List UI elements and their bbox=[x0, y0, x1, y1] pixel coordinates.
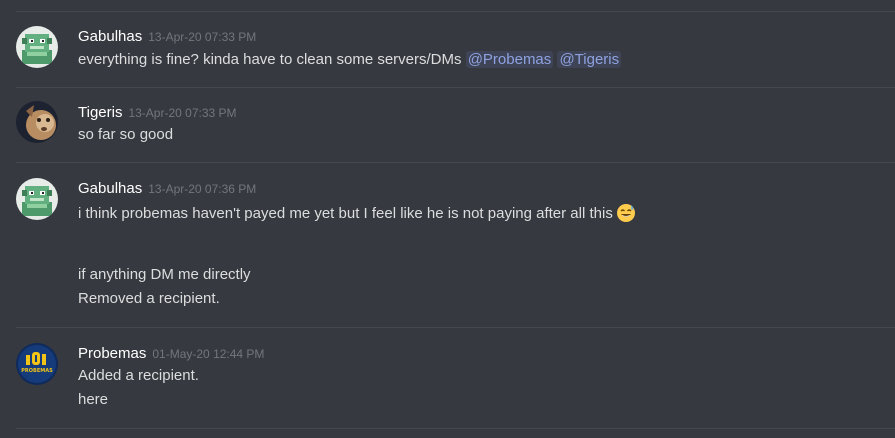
pixel-dragon-avatar-icon bbox=[16, 26, 58, 68]
username[interactable]: Gabulhas bbox=[78, 28, 142, 45]
message-text: Added a recipient. bbox=[78, 367, 199, 384]
avatar-logo-text: PROBEMAS bbox=[21, 368, 53, 374]
message-header: Gabulhas 13-Apr-20 07:33 PM bbox=[78, 28, 256, 46]
message-text: Removed a recipient. bbox=[78, 290, 220, 307]
message-divider bbox=[16, 327, 895, 328]
probemas-logo-avatar-icon: PROBEMAS bbox=[16, 343, 58, 385]
timestamp: 13-Apr-20 07:36 PM bbox=[148, 182, 257, 196]
mention[interactable]: @Probemas bbox=[465, 51, 554, 68]
message-content: everything is fine? kinda have to clean … bbox=[78, 50, 622, 70]
message-header: Gabulhas 13-Apr-20 07:36 PM bbox=[78, 180, 256, 198]
message-divider bbox=[16, 428, 895, 429]
message-header: Probemas 01-May-20 12:44 PM bbox=[78, 345, 264, 363]
cat-photo-avatar-icon bbox=[16, 101, 58, 143]
avatar[interactable]: PROBEMAS bbox=[16, 343, 58, 385]
message-text: everything is fine? kinda have to clean … bbox=[78, 51, 462, 68]
pixel-dragon-avatar-icon bbox=[16, 178, 58, 220]
message-text: so far so good bbox=[78, 126, 174, 143]
message-header: Tigeris 13-Apr-20 07:33 PM bbox=[78, 104, 237, 122]
avatar[interactable] bbox=[16, 101, 58, 143]
timestamp: 01-May-20 12:44 PM bbox=[152, 347, 265, 361]
message-divider bbox=[16, 11, 895, 12]
message-divider bbox=[16, 162, 895, 163]
timestamp: 13-Apr-20 07:33 PM bbox=[128, 106, 237, 120]
username[interactable]: Tigeris bbox=[78, 104, 122, 121]
message-text: here bbox=[78, 391, 109, 408]
mention[interactable]: @Tigeris bbox=[557, 51, 622, 68]
message-text: if anything DM me directly bbox=[78, 266, 251, 283]
username[interactable]: Probemas bbox=[78, 345, 146, 362]
chat-log: Gabulhas 13-Apr-20 07:33 PM everything is… bbox=[0, 0, 895, 438]
username[interactable]: Gabulhas bbox=[78, 180, 142, 197]
avatar[interactable] bbox=[16, 26, 58, 68]
message-divider bbox=[16, 87, 895, 88]
timestamp: 13-Apr-20 07:33 PM bbox=[148, 30, 257, 44]
avatar[interactable] bbox=[16, 178, 58, 220]
message-text: i think probemas haven't payed me yet bu… bbox=[78, 205, 613, 222]
message-content: i think probemas haven't payed me yet bu… bbox=[78, 203, 636, 229]
sweat-smile-emoji-icon bbox=[616, 203, 636, 229]
